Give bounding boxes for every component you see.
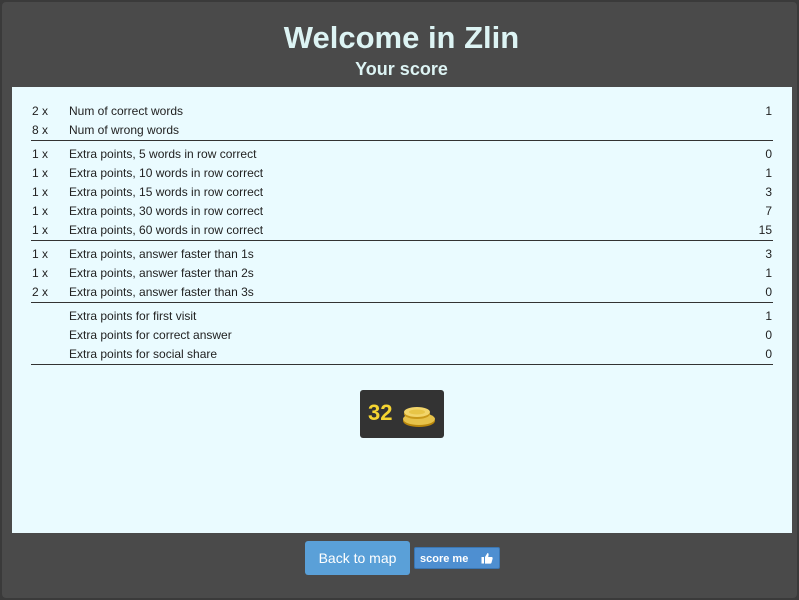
score-row: 2 x Extra points, answer faster than 3s 0 <box>31 283 773 302</box>
score-row-value: 15 <box>758 223 772 237</box>
score-row: Extra points for social share 0 <box>31 345 773 364</box>
score-row-label: Extra points, 30 words in row correct <box>69 204 264 218</box>
score-row-label: Num of wrong words <box>69 123 180 137</box>
total-score-value: 32 <box>368 400 393 425</box>
score-row-multiplier: 2 x <box>32 285 49 299</box>
score-row-value: 0 <box>765 328 772 342</box>
score-row: 1 x Extra points, answer faster than 2s 1 <box>31 264 773 283</box>
divider <box>31 140 773 141</box>
score-panel: 2 x Num of correct words 1 8 x Num of wrong … <box>12 87 792 533</box>
score-row-value: 1 <box>765 309 772 323</box>
divider <box>31 364 773 365</box>
score-row-multiplier: 1 x <box>32 166 49 180</box>
score-row: 8 x Num of wrong words <box>31 121 773 140</box>
page-subtitle: Your score <box>355 59 448 79</box>
score-row-label: Extra points for first visit <box>69 309 197 323</box>
score-row: 1 x Extra points, answer faster than 1s 3 <box>31 245 773 264</box>
thumbs-up-icon <box>481 553 493 564</box>
score-row-label: Extra points for social share <box>69 347 218 361</box>
score-row-multiplier: 2 x <box>32 104 49 118</box>
score-row-label: Extra points, 5 words in row correct <box>69 147 257 161</box>
score-row: 1 x Extra points, 60 words in row correct… <box>31 221 773 240</box>
score-row-value: 0 <box>765 285 772 299</box>
score-row-label: Extra points, 10 words in row correct <box>69 166 264 180</box>
score-row-value: 3 <box>765 247 772 261</box>
coins-icon <box>403 407 435 427</box>
score-me-label: score me <box>420 553 469 565</box>
score-row-value: 0 <box>765 147 772 161</box>
total-score-box: 32 <box>360 390 444 438</box>
header: Welcome in Zlin Your score <box>12 10 791 87</box>
footer: Back to map score me <box>12 533 791 593</box>
score-row-value: 0 <box>765 347 772 361</box>
score-row-multiplier: 1 x <box>32 247 49 261</box>
score-row-multiplier: 1 x <box>32 147 49 161</box>
score-row-label: Extra points, 15 words in row correct <box>69 185 264 199</box>
score-row-value: 3 <box>765 185 772 199</box>
score-row-value: 1 <box>765 104 772 118</box>
back-to-map-button[interactable]: Back to map <box>305 541 410 575</box>
score-row: 1 x Extra points, 5 words in row correct 0 <box>31 145 773 164</box>
score-row-label: Num of correct words <box>69 104 184 118</box>
score-row-value: 7 <box>765 204 772 218</box>
score-row-multiplier: 1 x <box>32 185 49 199</box>
score-row-multiplier: 8 x <box>32 123 49 137</box>
score-row: 2 x Num of correct words 1 <box>31 102 773 121</box>
score-row: 1 x Extra points, 10 words in row correct… <box>31 164 773 183</box>
score-row-multiplier: 1 x <box>32 204 49 218</box>
score-row: Extra points for first visit 1 <box>31 307 773 326</box>
score-row: 1 x Extra points, 15 words in row correct… <box>31 183 773 202</box>
score-row-multiplier: 1 x <box>32 223 49 237</box>
score-row-value: 1 <box>765 166 772 180</box>
app-frame: Welcome in Zlin Your score 2 x Num of cor… <box>0 0 799 600</box>
score-table: 2 x Num of correct words 1 8 x Num of wrong … <box>31 102 773 369</box>
score-me-button[interactable]: score me <box>414 547 500 569</box>
score-row-label: Extra points, answer faster than 3s <box>69 285 254 299</box>
score-row: 1 x Extra points, 30 words in row correct… <box>31 202 773 221</box>
page-title: Welcome in Zlin <box>283 20 520 55</box>
score-row-label: Extra points, answer faster than 2s <box>69 266 254 280</box>
score-row-value: 1 <box>765 266 772 280</box>
divider <box>31 240 773 241</box>
divider <box>31 302 773 303</box>
score-row-label: Extra points for correct answer <box>69 328 232 342</box>
score-row: Extra points for correct answer 0 <box>31 326 773 345</box>
score-row-label: Extra points, answer faster than 1s <box>69 247 254 261</box>
score-row-multiplier: 1 x <box>32 266 49 280</box>
score-row-label: Extra points, 60 words in row correct <box>69 223 264 237</box>
